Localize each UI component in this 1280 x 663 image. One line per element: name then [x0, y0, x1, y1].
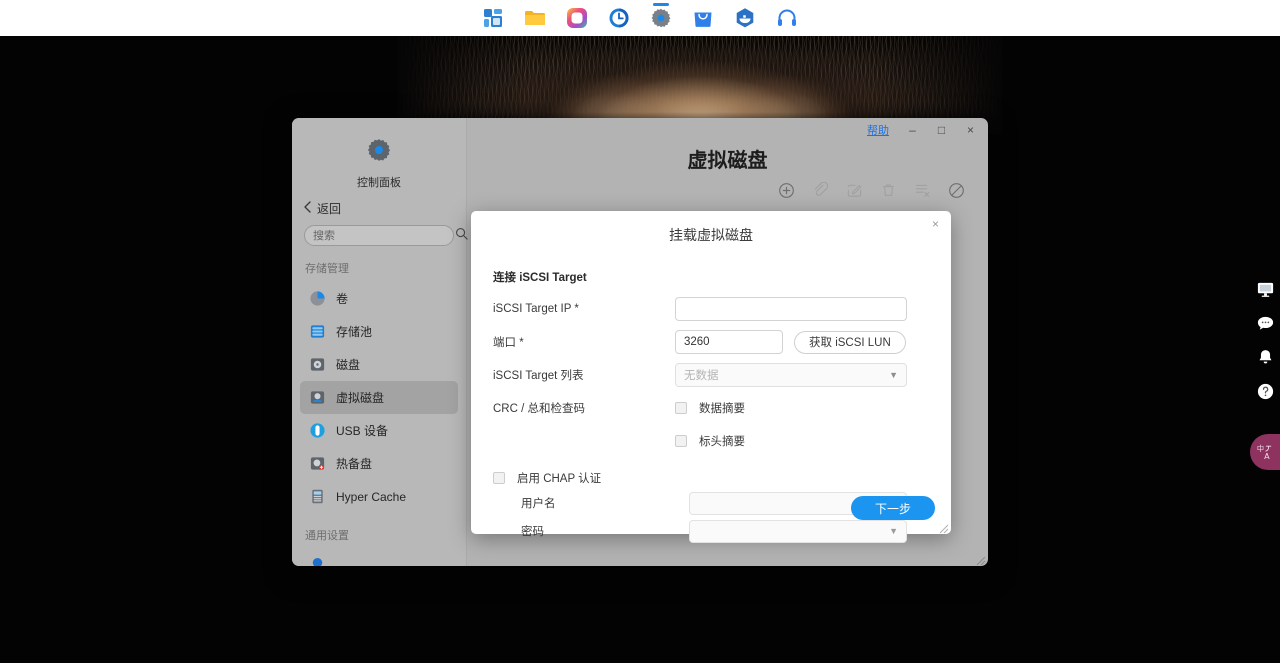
field-row-target-list: iSCSI Target 列表 无数据 ▼ [493, 363, 929, 387]
hyper-cache-icon [308, 488, 326, 506]
mount-virtual-disk-dialog: × 挂载虚拟磁盘 连接 iSCSI Target iSCSI Target IP… [471, 211, 951, 543]
next-button[interactable]: 下一步 [850, 496, 935, 520]
usb-device-icon [308, 422, 326, 440]
target-list-label: iSCSI Target 列表 [493, 370, 584, 382]
right-side-rail [1254, 278, 1276, 402]
checkbox-row-data-digest[interactable]: 数据摘要 [675, 400, 745, 416]
sidebar-item-label: 存储池 [336, 325, 373, 339]
dashboard-icon[interactable] [478, 3, 508, 33]
search-box[interactable] [304, 225, 468, 246]
svg-text:中: 中 [1257, 444, 1264, 453]
add-icon[interactable] [776, 180, 796, 200]
storage-pool-icon [308, 323, 326, 341]
sidebar-item-disk[interactable]: 磁盘 [300, 348, 458, 381]
field-row-target-ip: iSCSI Target IP * [493, 297, 929, 321]
sidebar-item-label: USB 设备 [336, 424, 389, 438]
support-icon[interactable] [772, 3, 802, 33]
help-circle-icon[interactable] [1254, 380, 1276, 402]
port-input[interactable] [675, 330, 783, 354]
data-digest-label: 数据摘要 [699, 403, 745, 415]
sidebar-item-partial[interactable] [300, 549, 458, 566]
disk-icon [308, 356, 326, 374]
hot-spare-icon [308, 455, 326, 473]
username-label: 用户名 [521, 498, 556, 510]
notification-bell-icon[interactable] [1254, 346, 1276, 368]
sidebar-item-storage-pool[interactable]: 存储池 [300, 315, 458, 348]
translate-icon[interactable]: 中 A [1250, 434, 1280, 470]
chevron-left-icon [303, 201, 312, 216]
back-label: 返回 [317, 202, 342, 216]
sidebar-item-virtual-disk[interactable]: 虚拟磁盘 [300, 381, 458, 414]
generic-settings-icon [308, 557, 326, 566]
volume-icon [308, 290, 326, 308]
sidebar-item-label: 热备盘 [336, 457, 373, 471]
sidebar-group-title-general: 通用设置 [305, 530, 349, 542]
remote-display-icon[interactable] [1254, 278, 1276, 300]
target-ip-input[interactable] [675, 297, 907, 321]
active-indicator [653, 3, 669, 6]
get-iscsi-lun-button[interactable]: 获取 iSCSI LUN [794, 330, 906, 354]
chap-enable-row[interactable]: 启用 CHAP 认证 [493, 470, 929, 486]
back-button[interactable]: 返回 [292, 190, 466, 225]
port-label: 端口 * [493, 337, 524, 349]
dialog-title: 挂载虚拟磁盘 [669, 227, 753, 243]
chevron-down-icon: ▼ [889, 526, 898, 536]
page-title: 虚拟磁盘 [687, 150, 768, 172]
header-digest-checkbox[interactable] [675, 435, 687, 447]
action-toolbar [776, 180, 966, 200]
section-title-connect-iscsi: 连接 iSCSI Target [493, 272, 587, 284]
sidebar-item-label: 虚拟磁盘 [336, 391, 385, 405]
chevron-down-icon: ▼ [889, 370, 898, 380]
field-row-crc: CRC / 总和检查码 数据摘要 [493, 396, 929, 420]
data-digest-checkbox[interactable] [675, 402, 687, 414]
field-row-password: 密码 ▼ [493, 518, 929, 544]
app-store-icon[interactable] [688, 3, 718, 33]
docker-icon[interactable] [730, 3, 760, 33]
target-list-selected-value: 无数据 [684, 370, 719, 382]
sidebar-item-usb-device[interactable]: USB 设备 [300, 414, 458, 447]
sidebar-group-title-storage: 存储管理 [305, 263, 349, 275]
dialog-close-icon[interactable]: × [928, 216, 943, 231]
time-machine-icon[interactable] [604, 3, 634, 33]
window-resize-grip[interactable] [975, 553, 986, 566]
disconnect-icon[interactable] [912, 180, 932, 200]
photos-icon[interactable] [562, 3, 592, 33]
checkbox-row-header-digest[interactable]: 标头摘要 [675, 433, 745, 449]
dialog-footer: 下一步 [850, 496, 935, 520]
enable-chap-label: 启用 CHAP 认证 [517, 473, 602, 485]
virtual-disk-icon [308, 389, 326, 407]
field-row-header-digest: 标头摘要 [493, 429, 929, 453]
sidebar-item-hot-spare[interactable]: 热备盘 [300, 447, 458, 480]
control-panel-brand: 控制面板 [292, 118, 466, 190]
control-panel-icon[interactable] [646, 3, 676, 33]
control-panel-label: 控制面板 [357, 177, 401, 189]
link-icon[interactable] [810, 180, 830, 200]
sidebar-item-volume[interactable]: 卷 [300, 282, 458, 315]
target-ip-label: iSCSI Target IP * [493, 303, 579, 315]
sidebar: 控制面板 返回 存储管理 [292, 118, 468, 566]
sidebar-item-label: 磁盘 [336, 358, 361, 372]
sidebar-item-label: Hyper Cache [336, 489, 407, 504]
sidebar-item-label: 卷 [336, 292, 349, 306]
password-label: 密码 [521, 526, 544, 538]
edit-icon[interactable] [844, 180, 864, 200]
crc-label: CRC / 总和检查码 [493, 403, 585, 415]
chat-icon[interactable] [1254, 312, 1276, 334]
field-row-port: 端口 * 获取 iSCSI LUN [493, 330, 929, 354]
gear-icon [366, 139, 392, 167]
dialog-resize-grip[interactable] [938, 521, 949, 534]
target-list-select[interactable]: 无数据 ▼ [675, 363, 907, 387]
file-manager-icon[interactable] [520, 3, 550, 33]
svg-text:A: A [1264, 451, 1270, 461]
delete-icon[interactable] [878, 180, 898, 200]
search-input[interactable] [313, 229, 455, 242]
taskbar-dock [0, 0, 1280, 36]
sidebar-item-hyper-cache[interactable]: Hyper Cache [300, 480, 458, 513]
password-input[interactable]: ▼ [689, 519, 907, 543]
header-digest-label: 标头摘要 [699, 436, 745, 448]
block-icon[interactable] [946, 180, 966, 200]
enable-chap-checkbox[interactable] [493, 472, 505, 484]
